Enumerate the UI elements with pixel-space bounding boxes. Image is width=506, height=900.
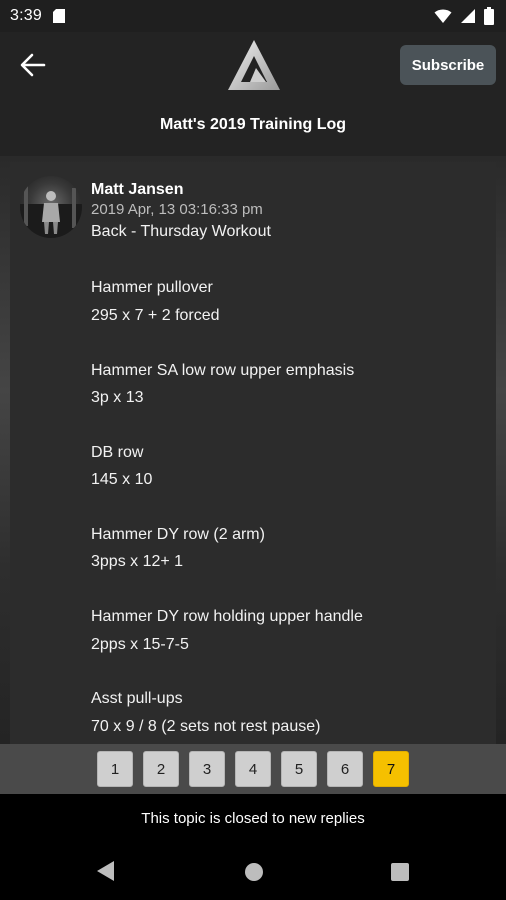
post-author[interactable]: Matt Jansen <box>91 180 486 200</box>
page-button-5[interactable]: 5 <box>281 751 317 787</box>
page-button-4[interactable]: 4 <box>235 751 271 787</box>
app-bar: Subscribe Matt's 2019 Training Log <box>0 32 506 156</box>
brand-logo <box>226 38 282 94</box>
post-body: Matt Jansen 2019 Apr, 13 03:16:33 pm Bac… <box>91 180 486 740</box>
post-line: 3p x 13 <box>91 389 144 406</box>
page-button-2[interactable]: 2 <box>143 751 179 787</box>
post-subject: Back - Thursday Workout <box>91 223 271 240</box>
post-line: Hammer DY row (2 arm) <box>91 526 265 543</box>
post-line: 70 x 9 / 8 (2 sets not rest pause) <box>91 717 321 735</box>
page-button-6[interactable]: 6 <box>327 751 363 787</box>
post-line <box>91 494 486 521</box>
post-date: 2019 Apr, 13 03:16:33 pm <box>91 201 263 218</box>
topic-closed-message: This topic is closed to new replies <box>0 794 506 842</box>
signal-icon <box>461 9 475 23</box>
battery-icon <box>484 7 494 25</box>
post-line: 2pps x 15-7-5 <box>91 635 189 653</box>
post-line <box>91 576 486 603</box>
circle-home-icon <box>245 863 263 881</box>
post-line <box>91 329 486 356</box>
sd-card-icon <box>52 9 65 23</box>
post-line: 145 x 10 <box>91 471 153 489</box>
post-line: Hammer pullover <box>91 279 213 297</box>
post-line: 295 x 7 + 2 forced <box>91 306 220 324</box>
system-nav-bar <box>0 842 506 900</box>
nav-back-button[interactable] <box>96 860 116 887</box>
post-line <box>91 247 486 274</box>
post-line: DB row <box>91 443 144 461</box>
post-line: Hammer SA low row upper emphasis <box>91 361 355 379</box>
wifi-icon <box>434 9 452 23</box>
post-line: 3pps x 12+ 1 <box>91 553 184 571</box>
page-button-1[interactable]: 1 <box>97 751 133 787</box>
topic-content[interactable]: Matt Jansen 2019 Apr, 13 03:16:33 pm Bac… <box>0 156 506 744</box>
post-line <box>91 411 486 438</box>
nav-home-button[interactable] <box>244 862 264 887</box>
square-recents-icon <box>391 863 409 881</box>
post-line <box>91 658 486 685</box>
status-time: 3:39 <box>10 7 42 24</box>
nav-recents-button[interactable] <box>390 862 410 887</box>
post-line: Asst pull-ups <box>91 690 183 708</box>
page-button-7-current[interactable]: 7 <box>373 751 409 787</box>
avatar[interactable] <box>20 176 82 238</box>
back-button[interactable] <box>18 50 54 80</box>
arrow-left-icon <box>20 53 46 77</box>
pagination: 1 2 3 4 5 6 7 <box>0 744 506 794</box>
page-button-3[interactable]: 3 <box>189 751 225 787</box>
status-bar: 3:39 <box>0 0 506 32</box>
post-card: Matt Jansen 2019 Apr, 13 03:16:33 pm Bac… <box>10 162 496 744</box>
post-line: Hammer DY row holding upper handle <box>91 608 363 626</box>
subscribe-button[interactable]: Subscribe <box>400 45 496 85</box>
triangle-back-icon <box>97 861 114 881</box>
page-title: Matt's 2019 Training Log <box>159 116 347 133</box>
